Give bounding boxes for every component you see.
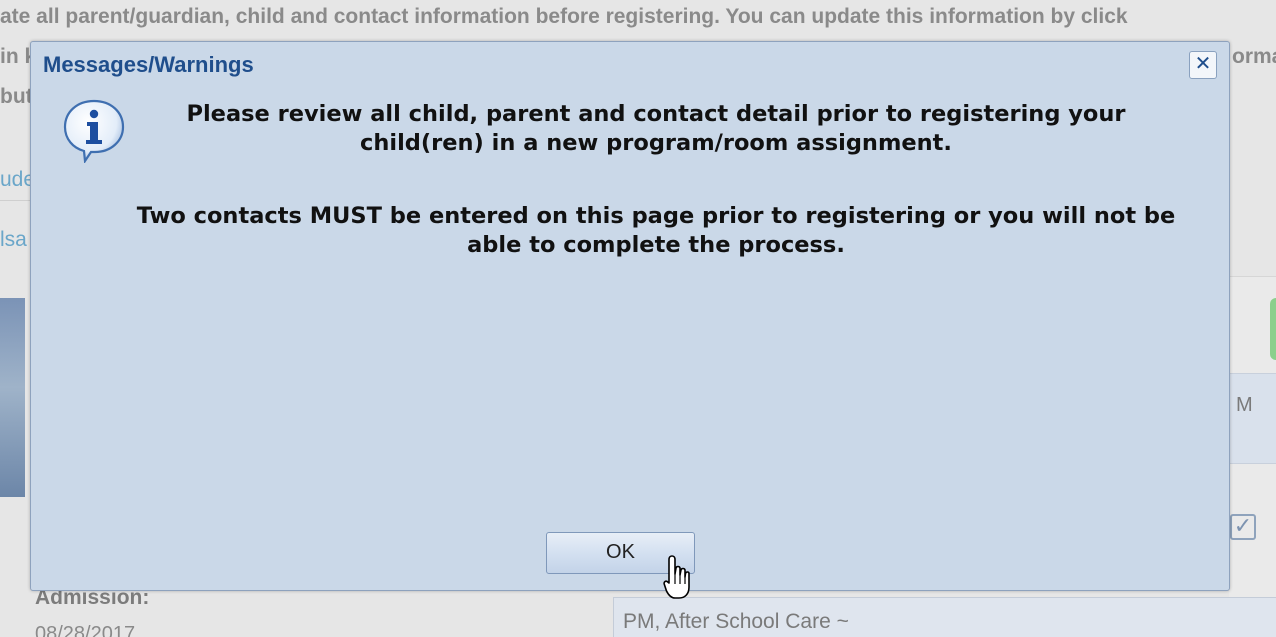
dialog-title: Messages/Warnings — [43, 52, 254, 77]
instruction-text-line-1: ate all parent/guardian, child and conta… — [0, 5, 1128, 28]
instruction-text-line-3: but — [0, 85, 33, 108]
background-link-2[interactable]: lsa — [0, 228, 27, 252]
background-green-button[interactable] — [1270, 298, 1276, 360]
message-two-contacts: Two contacts MUST be entered on this pag… — [136, 203, 1176, 258]
background-checkbox[interactable]: ✓ — [1230, 514, 1256, 540]
messages-dialog: Messages/Warnings ✕ Please review all ch… — [30, 41, 1230, 591]
background-grid-header — [1229, 373, 1276, 464]
close-button[interactable]: ✕ — [1189, 51, 1217, 79]
instruction-text-line-2-right: orma — [1232, 45, 1276, 68]
child-photo — [0, 298, 25, 497]
page: ate all parent/guardian, child and conta… — [0, 0, 1276, 637]
hand-cursor-icon — [663, 555, 690, 599]
admission-date: 08/28/2017 — [35, 623, 136, 637]
message-review-details: Please review all child, parent and cont… — [186, 101, 1126, 156]
background-grid-header-text: M — [1236, 394, 1253, 416]
close-icon: ✕ — [1194, 53, 1212, 75]
program-text: PM, After School Care ~ — [623, 610, 849, 633]
background-divider — [0, 200, 30, 201]
info-icon — [63, 99, 125, 163]
